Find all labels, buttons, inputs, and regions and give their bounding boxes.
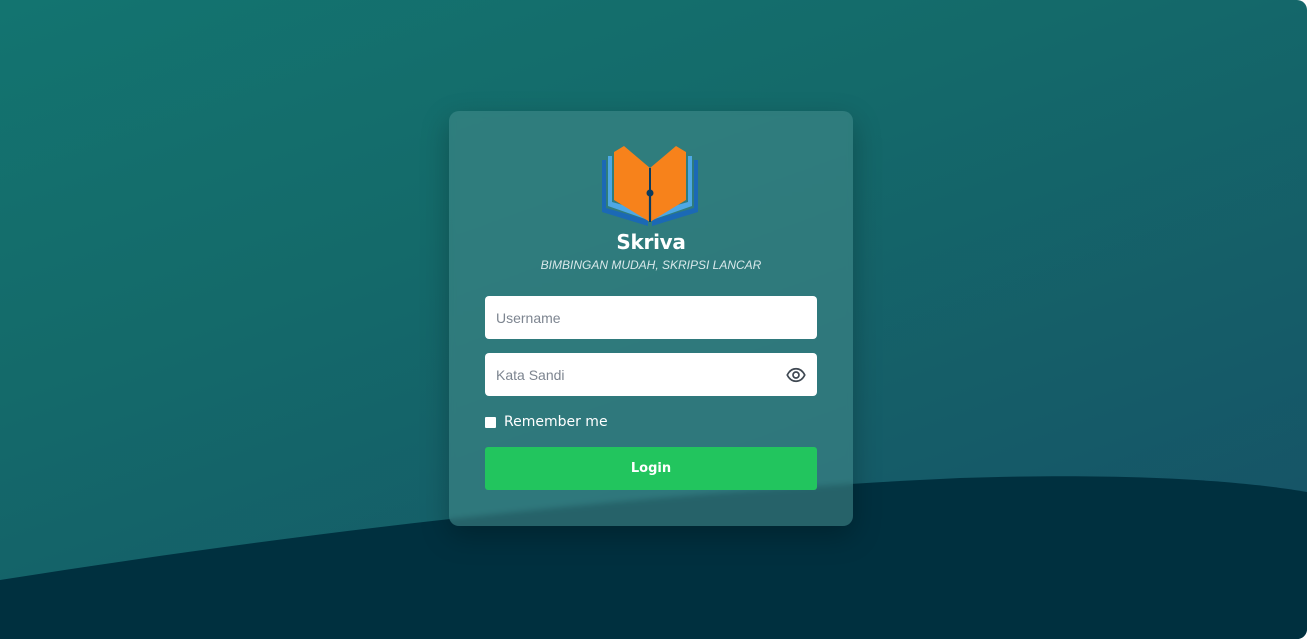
eye-icon[interactable] bbox=[786, 365, 806, 385]
remember-me-control[interactable]: Remember me bbox=[485, 414, 608, 430]
login-card: Skriva BIMBINGAN MUDAH, SKRIPSI LANCAR R… bbox=[449, 111, 853, 526]
login-button[interactable]: Login bbox=[485, 447, 817, 490]
remember-me-label: Remember me bbox=[504, 414, 608, 430]
remember-me-checkbox[interactable] bbox=[485, 416, 496, 428]
username-input[interactable] bbox=[485, 296, 817, 339]
book-pen-logo bbox=[602, 146, 698, 226]
brand-tagline: BIMBINGAN MUDAH, SKRIPSI LANCAR bbox=[540, 258, 762, 272]
brand-name: Skriva bbox=[616, 230, 686, 254]
password-input[interactable] bbox=[485, 353, 817, 396]
username-field[interactable] bbox=[485, 296, 817, 339]
password-field[interactable] bbox=[485, 353, 817, 396]
login-page-background: Skriva BIMBINGAN MUDAH, SKRIPSI LANCAR R… bbox=[0, 0, 1307, 639]
